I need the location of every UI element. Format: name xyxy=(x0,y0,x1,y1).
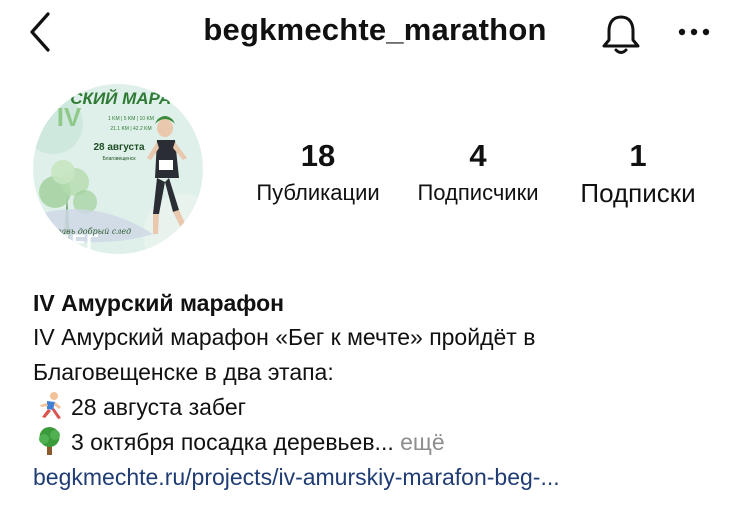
stat-posts-label: Публикации xyxy=(256,180,380,205)
avatar-image: РСКИЙ МАРА IV 1 KM | 5 KM | 10 KM 21.1 K… xyxy=(33,84,203,254)
avatar-slogan: Оставь добрый след xyxy=(43,227,131,236)
avatar-date: 28 августа xyxy=(93,142,145,153)
bio-text-line-1: IV Амурский марафон «Бег к мечте» пройдё… xyxy=(33,324,536,350)
avatar-distances-1: 1 KM | 5 KM | 10 KM xyxy=(108,116,154,122)
more-options-button[interactable] xyxy=(672,14,716,50)
stat-following[interactable]: 1 Подписки xyxy=(566,136,710,210)
bio-event-1-text: 28 августа забег xyxy=(71,394,247,420)
ellipsis-icon xyxy=(678,28,710,36)
top-bar: begkmechte_marathon xyxy=(0,0,750,64)
stat-followers[interactable]: 4 Подписчики xyxy=(406,136,550,210)
bio-text-line-2: Благовещенске в два этапа: xyxy=(33,359,334,385)
bio-event-2: 3 октября посадка деревьев... ещё xyxy=(33,425,733,460)
bio-event-1: 28 августа забег xyxy=(33,390,733,425)
stat-followers-label: Подписчики xyxy=(417,180,539,205)
stat-posts-count: 18 xyxy=(300,138,336,173)
profile-bio: IV Амурский марафон IV Амурский марафон … xyxy=(33,286,733,495)
profile-username: begkmechte_marathon xyxy=(203,12,547,47)
notifications-button[interactable] xyxy=(598,12,644,56)
avatar-roman: IV xyxy=(57,102,82,132)
bell-icon xyxy=(602,15,640,54)
bio-display-name: IV Амурский марафон xyxy=(33,290,285,316)
stat-followers-count: 4 xyxy=(469,138,487,173)
stat-posts[interactable]: 18 Публикации xyxy=(246,136,390,210)
chevron-left-icon xyxy=(30,12,50,52)
profile-avatar[interactable]: РСКИЙ МАРА IV 1 KM | 5 KM | 10 KM 21.1 K… xyxy=(33,84,203,254)
stat-following-label: Подписки xyxy=(580,178,696,208)
bio-website-link[interactable]: begkmechte.ru/projects/iv-amurskiy-maraf… xyxy=(33,460,733,495)
bio-more-link[interactable]: ещё xyxy=(400,429,445,455)
avatar-distances-2: 21.1 KM | 42.2 KM xyxy=(110,126,151,132)
stat-following-count: 1 xyxy=(629,138,647,173)
bio-event-2-text: 3 октября посадка деревьев... xyxy=(71,429,394,455)
avatar-city: Благовещенск xyxy=(102,156,136,162)
tree-emoji-icon xyxy=(39,427,60,455)
runner-emoji-icon xyxy=(40,392,61,419)
back-button[interactable] xyxy=(24,10,60,54)
